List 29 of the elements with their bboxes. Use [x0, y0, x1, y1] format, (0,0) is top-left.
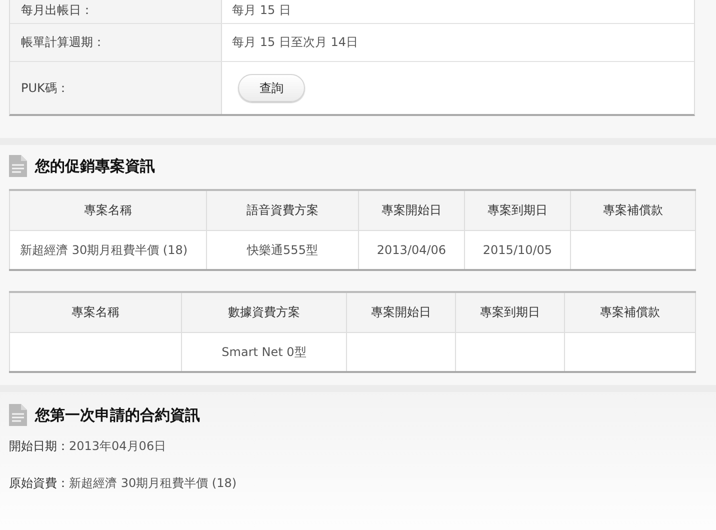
query-button[interactable]: 查詢 [238, 74, 305, 102]
column-header: 數據資費方案 [182, 292, 346, 332]
document-icon [9, 155, 27, 177]
column-header: 專案名稱 [10, 292, 182, 332]
section-title: 您的促銷專案資訊 [35, 156, 155, 176]
field-value: 每月 15 日 [232, 2, 291, 19]
field-label: PUK碼： [21, 80, 69, 96]
column-header: 語音資費方案 [206, 190, 358, 230]
column-header: 專案到期日 [464, 190, 570, 230]
field-label: 每月出帳日： [21, 2, 93, 19]
section-title: 您第一次申請的合約資訊 [35, 406, 200, 424]
table-cell: 新超經濟 30期月租費半價 (18) [10, 230, 206, 270]
field-label: 帳單計算週期： [21, 34, 105, 51]
field-value: 新超經濟 30期月租費半價 (18) [69, 475, 237, 492]
column-header: 專案到期日 [456, 292, 564, 332]
document-icon [9, 404, 27, 426]
column-header: 專案名稱 [10, 190, 206, 230]
field-value: 每月 15 日至次月 14日 [232, 34, 358, 51]
column-header: 專案開始日 [358, 190, 464, 230]
column-header: 專案補償款 [564, 292, 696, 332]
table-cell: Smart Net 0型 [182, 332, 346, 372]
field-label: 開始日期： [9, 438, 69, 455]
column-header: 專案開始日 [346, 292, 456, 332]
field-value: 2013年04月06日 [69, 438, 166, 455]
table-cell: 2013/04/06 [358, 230, 464, 270]
field-label: 原始資費： [9, 475, 69, 492]
column-header: 專案補償款 [570, 190, 696, 230]
table-cell: 快樂通555型 [206, 230, 358, 270]
table-cell: 2015/10/05 [464, 230, 570, 270]
